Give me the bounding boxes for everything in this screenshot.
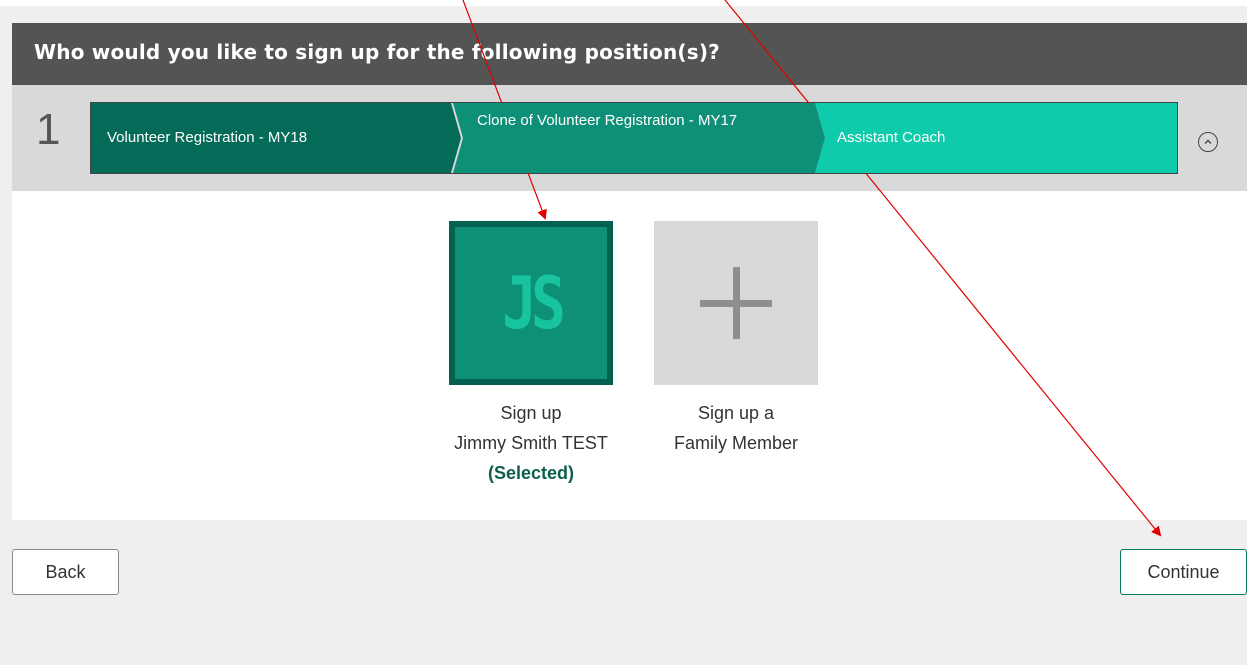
add-family-member-caption: Sign up a Family Member [636, 398, 836, 458]
position-number: 1 [36, 105, 61, 154]
page-title: Who would you like to sign up for the fo… [34, 40, 720, 64]
add-family-member-tile[interactable] [654, 221, 818, 385]
breadcrumb-division-label: Clone of Volunteer Registration - MY17 [477, 112, 738, 129]
position-row: 1 Volunteer Registration - MY18 Clone of… [12, 85, 1247, 191]
caption-line: Family Member [673, 433, 798, 453]
collapse-button[interactable] [1198, 132, 1218, 152]
caption-name: Jimmy Smith TEST [454, 433, 608, 453]
back-button[interactable]: Back [12, 549, 119, 595]
chevron-up-icon [1204, 139, 1212, 144]
sign-up-self-tile[interactable]: JS [449, 221, 613, 385]
breadcrumb-program-label: Volunteer Registration - MY18 [107, 129, 308, 146]
caption-line: Sign up [500, 403, 562, 423]
top-strip [0, 0, 1247, 6]
sign-up-self-caption: Sign up Jimmy Smith TEST (Selected) [431, 398, 631, 488]
breadcrumb-position: Assistant Coach [815, 103, 1177, 173]
breadcrumb-position-label: Assistant Coach [837, 129, 946, 146]
selected-status: (Selected) [487, 463, 575, 483]
continue-button[interactable]: Continue [1120, 549, 1247, 595]
breadcrumb-program: Volunteer Registration - MY18 [91, 103, 461, 173]
position-breadcrumb: Volunteer Registration - MY18 Clone of V… [90, 102, 1178, 174]
page-header: Who would you like to sign up for the fo… [12, 23, 1247, 85]
breadcrumb-division: Clone of Volunteer Registration - MY17 [453, 103, 825, 173]
user-initials: JS [502, 260, 566, 346]
caption-line: Sign up a [697, 403, 775, 423]
